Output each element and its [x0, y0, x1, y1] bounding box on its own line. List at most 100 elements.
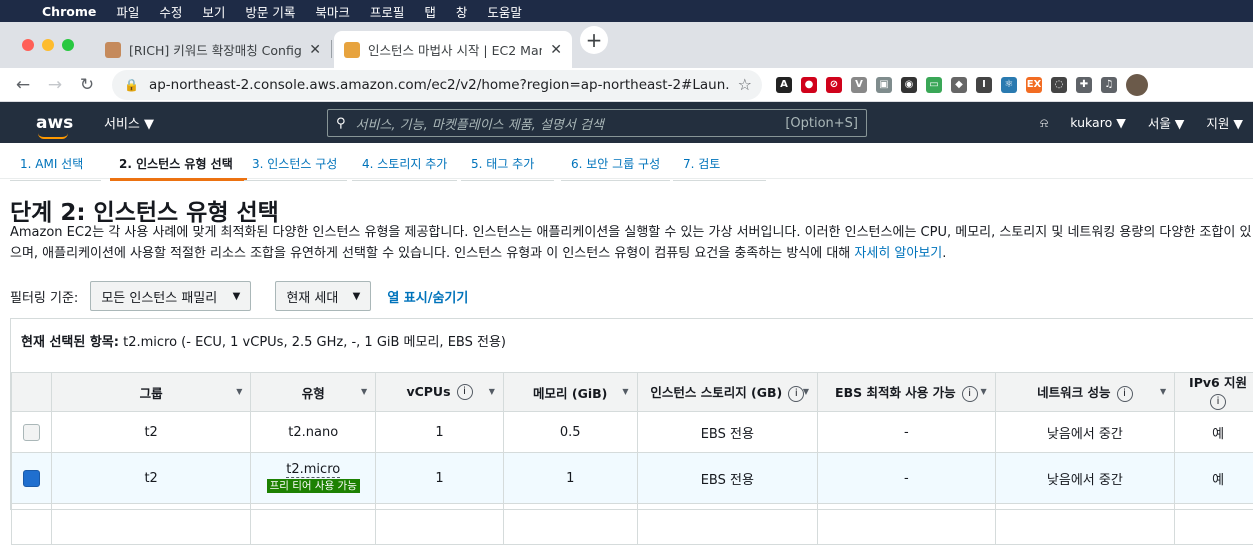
header-label: EBS 최적화 사용 가능	[835, 385, 956, 400]
row-select-cell[interactable]	[12, 453, 52, 504]
url-text[interactable]: ap-northeast-2.console.aws.amazon.com/ec…	[149, 77, 730, 93]
i-extension-icon[interactable]: I	[976, 77, 992, 93]
menu-window[interactable]: 창	[456, 2, 468, 21]
extension-icons: A ● ⊘ V ▣ ◉ ▭ ◆ I ⚛ EX ◌ ✚ ♫	[776, 74, 1148, 96]
column-header-group[interactable]: 그룹 ▼	[51, 373, 250, 412]
menu-app-name[interactable]: Chrome	[42, 4, 96, 19]
close-tab-icon[interactable]: ✕	[309, 42, 321, 58]
header-label: 인스턴스 스토리지 (GB)	[650, 385, 782, 400]
account-menu[interactable]: kukaro ▼	[1070, 115, 1126, 130]
column-header-ipv6[interactable]: IPv6 지원i	[1175, 373, 1253, 412]
info-icon[interactable]: i	[1117, 386, 1133, 402]
cell-empty	[818, 504, 996, 545]
menu-view[interactable]: 보기	[202, 2, 225, 21]
instance-family-select[interactable]: 모든 인스턴스 패밀리 ▼	[90, 281, 251, 311]
spy-extension-icon[interactable]: ◉	[901, 77, 917, 93]
support-menu[interactable]: 지원 ▼	[1206, 113, 1243, 132]
cell-empty	[376, 504, 504, 545]
services-menu[interactable]: 서비스 ▼	[104, 113, 154, 132]
search-placeholder[interactable]: 서비스, 기능, 마켓플레이스 제품, 설명서 검색	[356, 114, 786, 133]
ex-extension-icon[interactable]: EX	[1026, 77, 1042, 93]
table-row[interactable]: t2 t2.nano 1 0.5 EBS 전용 - 낮음에서 중간 예	[12, 412, 1253, 453]
reload-icon[interactable]: ↻	[74, 75, 100, 95]
adblock-icon[interactable]: ●	[801, 77, 817, 93]
column-header-type[interactable]: 유형▼	[251, 373, 376, 412]
block-icon[interactable]: ⊘	[826, 77, 842, 93]
info-icon[interactable]: i	[788, 386, 804, 402]
sort-caret-icon[interactable]: ▼	[803, 387, 809, 396]
info-icon[interactable]: i	[457, 384, 473, 400]
column-header-ebs-optimized[interactable]: EBS 최적화 사용 가능 i▼	[818, 373, 996, 412]
step-security-group[interactable]: 6. 보안 그룹 구성	[561, 155, 670, 181]
learn-more-link[interactable]: 자세히 알아보기	[854, 246, 942, 261]
a-extension-icon[interactable]: A	[776, 77, 792, 93]
aws-smile-icon	[38, 133, 68, 139]
row-select-cell[interactable]	[12, 412, 52, 453]
tab-title: [RICH] 키워드 확장매칭 Config [J	[129, 40, 301, 59]
show-hide-columns-link[interactable]: 열 표시/숨기기	[387, 287, 468, 306]
sort-caret-icon[interactable]: ▼	[236, 387, 242, 396]
sort-caret-icon[interactable]: ▼	[1160, 387, 1166, 396]
playlist-icon[interactable]: ♫	[1101, 77, 1117, 93]
sort-caret-icon[interactable]: ▼	[489, 387, 495, 396]
current-selection: 현재 선택된 항목: t2.micro (- ECU, 1 vCPUs, 2.5…	[21, 331, 506, 350]
menu-tab[interactable]: 탭	[424, 2, 436, 21]
column-header-network[interactable]: 네트워크 성능 i ▼	[995, 373, 1175, 412]
step-ami[interactable]: 1. AMI 선택	[10, 155, 101, 181]
step-add-storage[interactable]: 4. 스토리지 추가	[352, 155, 457, 181]
info-icon[interactable]: i	[962, 386, 978, 402]
cell-memory: 1	[503, 453, 637, 504]
step-add-tags[interactable]: 5. 태그 추가	[461, 155, 554, 181]
step-instance-type[interactable]: 2. 인스턴스 유형 선택	[110, 155, 247, 181]
menu-bookmarks[interactable]: 북마크	[315, 2, 350, 21]
shield-extension-icon[interactable]: ◆	[951, 77, 967, 93]
close-window-button[interactable]	[22, 39, 34, 51]
search-shortcut-hint: [Option+S]	[785, 116, 858, 131]
bookmark-star-icon[interactable]: ☆	[738, 75, 752, 94]
menu-history[interactable]: 방문 기록	[245, 2, 295, 21]
sort-caret-icon[interactable]: ▼	[361, 387, 367, 396]
address-bar[interactable]: 🔒 ap-northeast-2.console.aws.amazon.com/…	[112, 70, 762, 100]
browser-tab-rich-config[interactable]: [RICH] 키워드 확장매칭 Config [J ✕	[95, 31, 331, 68]
menu-edit[interactable]: 수정	[159, 2, 182, 21]
green-extension-icon[interactable]: ▭	[926, 77, 942, 93]
react-extension-icon[interactable]: ⚛	[1001, 77, 1017, 93]
sort-caret-icon[interactable]: ▼	[622, 387, 628, 396]
cell-group: t2	[51, 453, 250, 504]
generation-select[interactable]: 현재 세대 ▼	[275, 281, 371, 311]
bell-icon[interactable]: ⍾	[1040, 115, 1048, 131]
table-row-selected[interactable]: t2 t2.micro 프리 티어 사용 가능 1 1 EBS 전용 - 낮음에…	[12, 453, 1253, 504]
header-label: 네트워크 성능	[1037, 385, 1110, 400]
puzzle-icon[interactable]: ✚	[1076, 77, 1092, 93]
close-tab-icon[interactable]: ✕	[550, 42, 562, 58]
column-header-instance-storage[interactable]: 인스턴스 스토리지 (GB) i▼	[637, 373, 818, 412]
v-extension-icon[interactable]: V	[851, 77, 867, 93]
column-header-vcpus[interactable]: vCPUsi▼	[376, 373, 504, 412]
column-header-memory[interactable]: 메모리 (GiB)▼	[503, 373, 637, 412]
menu-help[interactable]: 도움말	[487, 2, 522, 21]
maximize-window-button[interactable]	[62, 39, 74, 51]
menu-file[interactable]: 파일	[116, 2, 139, 21]
region-menu[interactable]: 서울 ▼	[1148, 113, 1185, 132]
aws-search-box[interactable]: ⚲ 서비스, 기능, 마켓플레이스 제품, 설명서 검색 [Option+S]	[327, 109, 867, 137]
menu-profiles[interactable]: 프로필	[370, 2, 405, 21]
aws-logo[interactable]: aws	[36, 113, 76, 133]
photo-extension-icon[interactable]: ▣	[876, 77, 892, 93]
new-tab-button[interactable]: +	[580, 26, 608, 54]
sort-caret-icon[interactable]: ▼	[980, 387, 986, 396]
header-label: 그룹	[140, 386, 163, 401]
browser-tab-ec2-wizard[interactable]: 인스턴스 마법사 시작 | EC2 Manag ✕	[334, 31, 572, 68]
row-checkbox-checked[interactable]	[23, 470, 40, 487]
step-review[interactable]: 7. 검토	[673, 155, 766, 181]
cell-empty	[1175, 504, 1253, 545]
lock-icon[interactable]: 🔒	[124, 78, 139, 92]
info-icon[interactable]: i	[1210, 394, 1226, 410]
step-configure-instance[interactable]: 3. 인스턴스 구성	[244, 155, 347, 181]
profile-avatar[interactable]	[1126, 74, 1148, 96]
code-extension-icon[interactable]: ◌	[1051, 77, 1067, 93]
forward-arrow-icon[interactable]: →	[42, 75, 68, 95]
back-arrow-icon[interactable]: ←	[10, 75, 36, 95]
cell-empty	[251, 504, 376, 545]
minimize-window-button[interactable]	[42, 39, 54, 51]
row-checkbox[interactable]	[23, 424, 40, 441]
